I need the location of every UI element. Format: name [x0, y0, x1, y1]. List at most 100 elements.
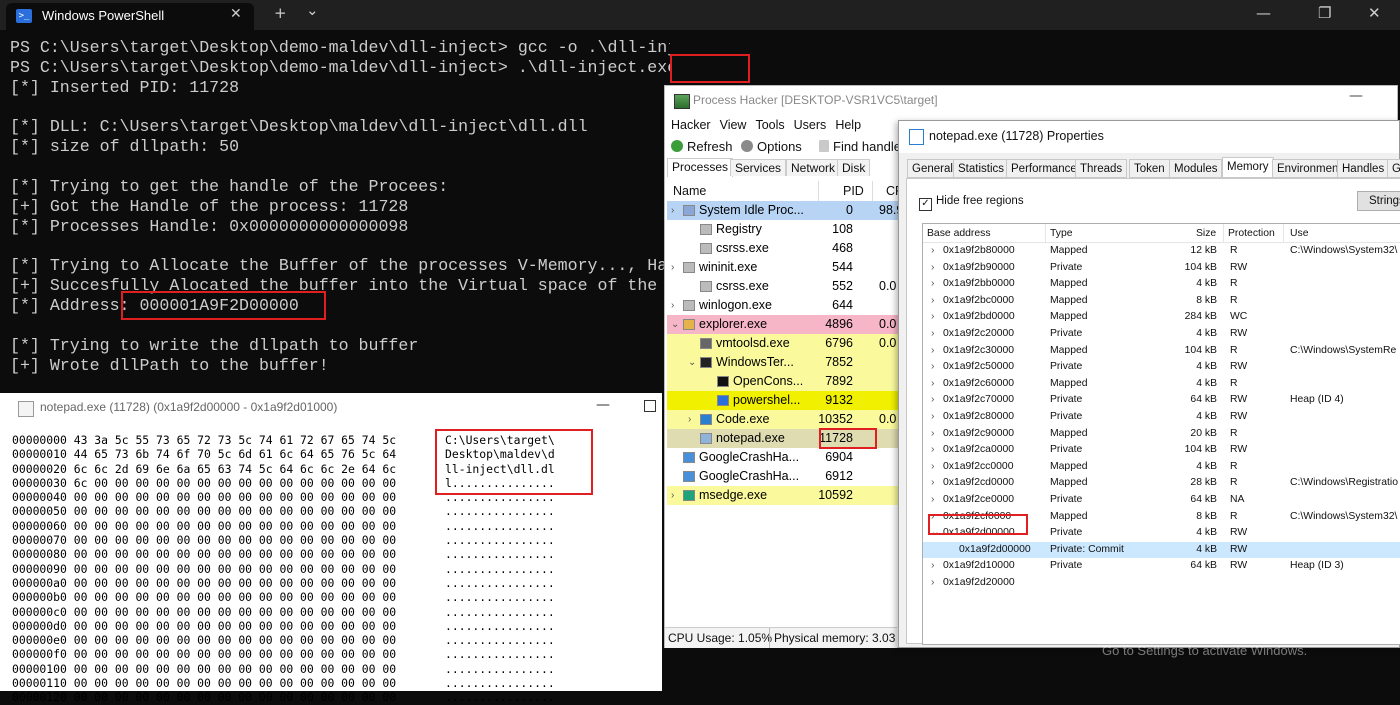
process-row[interactable]: Registry 108 [667, 220, 903, 239]
tab-performance[interactable]: Performance [1006, 159, 1082, 178]
tab-gpu[interactable]: GPU [1387, 159, 1400, 178]
menu-item-hacker[interactable]: Hacker [671, 118, 711, 132]
column-type[interactable]: Type [1050, 228, 1073, 239]
column-use[interactable]: Use [1290, 228, 1308, 239]
chevron-right-icon[interactable]: › [931, 475, 934, 492]
chevron-down-icon[interactable]: ⌄ [306, 1, 319, 19]
tab-statistics[interactable]: Statistics [953, 159, 1010, 178]
chevron-right-icon[interactable]: › [931, 260, 934, 277]
minimize-icon[interactable]: — [1349, 88, 1363, 104]
menu-item-view[interactable]: View [720, 118, 747, 132]
tab-handles[interactable]: Handles [1337, 159, 1390, 178]
memory-region-row[interactable]: › 0x1a9f2c90000 Mapped 20 kB R [923, 426, 1400, 443]
process-row[interactable]: GoogleCrashHa... 6904 [667, 448, 903, 467]
tab-token[interactable]: Token [1129, 159, 1170, 178]
memory-region-row[interactable]: › 0x1a9f2cc0000 Mapped 4 kB R [923, 459, 1400, 476]
process-row[interactable]: powershel... 9132 [667, 391, 903, 410]
chevron-right-icon[interactable]: › [931, 326, 934, 343]
tab-processes[interactable]: Processes [667, 158, 734, 177]
chevron-down-icon[interactable]: ⌄ [688, 353, 696, 372]
chevron-right-icon[interactable]: › [931, 309, 934, 326]
column-name[interactable]: Name [673, 184, 706, 198]
menu-item-help[interactable]: Help [835, 118, 861, 132]
tab-close-icon[interactable]: ✕ [230, 6, 242, 22]
chevron-right-icon[interactable]: › [671, 296, 674, 315]
chevron-down-icon[interactable]: ⌄ [671, 315, 679, 334]
tab-disk[interactable]: Disk [837, 159, 871, 176]
chevron-right-icon[interactable]: › [931, 276, 934, 293]
process-row[interactable]: › Code.exe 10352 0.0 [667, 410, 903, 429]
strings-button[interactable]: Strings... [1357, 191, 1400, 211]
memory-subregion-row[interactable]: 0x1a9f2d00000 Private: Commit 4 kB RW [923, 541, 1400, 559]
memory-region-row[interactable]: › 0x1a9f2bc0000 Mapped 8 kB R [923, 293, 1400, 310]
menu-item-users[interactable]: Users [794, 118, 827, 132]
memory-region-row[interactable]: › 0x1a9f2c30000 Mapped 104 kB R C:\Windows\Sy… [923, 343, 1400, 360]
hide-free-regions-checkbox[interactable]: ✓ Hide free regions [919, 195, 1024, 211]
chevron-right-icon[interactable]: › [931, 293, 934, 310]
terminal-output[interactable]: PS C:\Users\target\Desktop\demo-maldev\d… [10, 38, 670, 375]
memory-region-row[interactable]: › 0x1a9f2c20000 Private 4 kB RW [923, 326, 1400, 343]
memory-region-row[interactable]: › 0x1a9f2ca0000 Private 104 kB RW [923, 442, 1400, 459]
memory-region-row[interactable]: › 0x1a9f2b90000 Private 104 kB RW [923, 260, 1400, 277]
new-tab-icon[interactable]: + [274, 4, 287, 22]
tab-services[interactable]: Services [730, 159, 787, 176]
memory-region-row[interactable]: › 0x1a9f2ce0000 Private 64 kB NA [923, 492, 1400, 509]
chevron-right-icon[interactable]: › [931, 492, 934, 509]
close-icon[interactable]: ✕ [1368, 4, 1381, 22]
maximize-icon[interactable] [644, 400, 656, 412]
process-row[interactable]: › wininit.exe 544 [667, 258, 903, 277]
column-base-address[interactable]: Base address [927, 228, 991, 239]
chevron-right-icon[interactable]: › [671, 486, 674, 505]
options-button[interactable]: Options [741, 139, 802, 154]
memory-region-row[interactable]: › 0x1a9f2c70000 Private 64 kB RW Heap (ID 4) [923, 392, 1400, 409]
tab-threads[interactable]: Threads [1075, 159, 1128, 178]
process-row[interactable]: OpenCons... 7892 [667, 372, 903, 391]
process-row[interactable]: csrss.exe 468 [667, 239, 903, 258]
column-size[interactable]: Size [1196, 228, 1216, 239]
find-handles-button[interactable]: Find handle [819, 139, 901, 154]
chevron-right-icon[interactable]: › [931, 426, 934, 443]
chevron-right-icon[interactable]: › [931, 558, 934, 575]
powershell-tab[interactable]: >_ Windows PowerShell ✕ [6, 3, 254, 30]
chevron-right-icon[interactable]: › [931, 442, 934, 459]
process-row[interactable]: › winlogon.exe 644 [667, 296, 903, 315]
tab-general[interactable]: General [907, 159, 958, 178]
process-row[interactable]: csrss.exe 552 0.0 [667, 277, 903, 296]
tab-environment[interactable]: Environment [1272, 159, 1347, 178]
chevron-right-icon[interactable]: › [931, 343, 934, 360]
refresh-button[interactable]: Refresh [671, 139, 733, 154]
tab-modules[interactable]: Modules [1169, 159, 1223, 178]
memory-region-row[interactable]: › 0x1a9f2bd0000 Mapped 284 kB WC [923, 309, 1400, 326]
tab-network[interactable]: Network [786, 159, 841, 176]
hex-dump[interactable]: 00000000 43 3a 5c 55 73 65 72 73 5c 74 6… [12, 433, 555, 705]
minimize-icon[interactable]: — [1256, 4, 1271, 22]
memory-region-row[interactable]: › 0x1a9f2b80000 Mapped 12 kB R C:\Windows\Sys… [923, 243, 1400, 260]
memory-region-row[interactable]: › 0x1a9f2d20000 [923, 575, 1400, 592]
chevron-right-icon[interactable]: › [931, 243, 934, 260]
memory-region-row[interactable]: › 0x1a9f2bb0000 Mapped 4 kB R [923, 276, 1400, 293]
chevron-right-icon[interactable]: › [931, 392, 934, 409]
chevron-right-icon[interactable]: › [671, 258, 674, 277]
chevron-right-icon[interactable]: › [931, 376, 934, 393]
process-row[interactable]: › msedge.exe 10592 [667, 486, 903, 505]
process-row[interactable]: GoogleCrashHa... 6912 [667, 467, 903, 486]
chevron-right-icon[interactable]: › [931, 575, 934, 592]
memory-region-row[interactable]: › 0x1a9f2cd0000 Mapped 28 kB R C:\Windows\Reg… [923, 475, 1400, 492]
minimize-icon[interactable]: — [596, 397, 610, 413]
process-row[interactable]: ⌄ explorer.exe 4896 0.0 [667, 315, 903, 334]
memory-region-row[interactable]: › 0x1a9f2c80000 Private 4 kB RW [923, 409, 1400, 426]
chevron-right-icon[interactable]: › [688, 410, 691, 429]
chevron-right-icon[interactable]: › [931, 409, 934, 426]
process-row[interactable]: ⌄ WindowsTer... 7852 [667, 353, 903, 372]
chevron-right-icon[interactable]: › [931, 359, 934, 376]
column-protection[interactable]: Protection [1228, 228, 1275, 239]
column-pid[interactable]: PID [843, 184, 864, 198]
chevron-right-icon[interactable]: › [671, 201, 674, 220]
memory-region-row[interactable]: › 0x1a9f2c50000 Private 4 kB RW [923, 359, 1400, 376]
process-row[interactable]: vmtoolsd.exe 6796 0.0 [667, 334, 903, 353]
maximize-icon[interactable]: ❐ [1318, 4, 1331, 22]
menu-item-tools[interactable]: Tools [755, 118, 784, 132]
memory-region-row[interactable]: › 0x1a9f2c60000 Mapped 4 kB R [923, 376, 1400, 393]
process-row[interactable]: › System Idle Proc... 0 98.9 [667, 201, 903, 220]
tab-memory[interactable]: Memory [1222, 157, 1274, 178]
